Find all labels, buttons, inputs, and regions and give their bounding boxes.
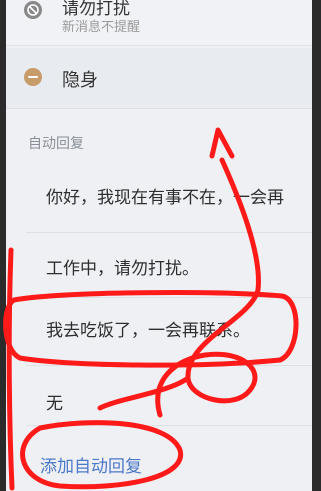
do-not-disturb-subtitle: 新消息不提醒 [62, 20, 141, 35]
auto-reply-option-none[interactable]: 无 [46, 389, 63, 414]
invisible-label: 隐身 [62, 70, 98, 91]
auto-reply-option[interactable]: 你好，我现在有事不在，一会再 [46, 183, 284, 208]
block-icon [24, 1, 42, 19]
divider [26, 365, 312, 366]
minus-circle-icon [24, 68, 42, 86]
phone-screen: 请勿打扰 新消息不提醒 隐身 自动回复 你好，我现在有事不在，一会再 工作中，请… [6, 0, 312, 491]
auto-reply-section-title: 自动回复 [28, 136, 84, 152]
auto-reply-option[interactable]: 我去吃饭了，一会再联系。 [46, 316, 250, 341]
add-auto-reply-link[interactable]: 添加自动回复 [40, 452, 142, 477]
divider [26, 297, 312, 298]
do-not-disturb-row[interactable]: 请勿打扰 新消息不提醒 [6, 0, 312, 46]
divider [26, 232, 312, 233]
auto-reply-option[interactable]: 工作中，请勿打扰。 [46, 254, 199, 279]
divider [26, 425, 312, 426]
invisible-row[interactable]: 隐身 [6, 48, 312, 109]
